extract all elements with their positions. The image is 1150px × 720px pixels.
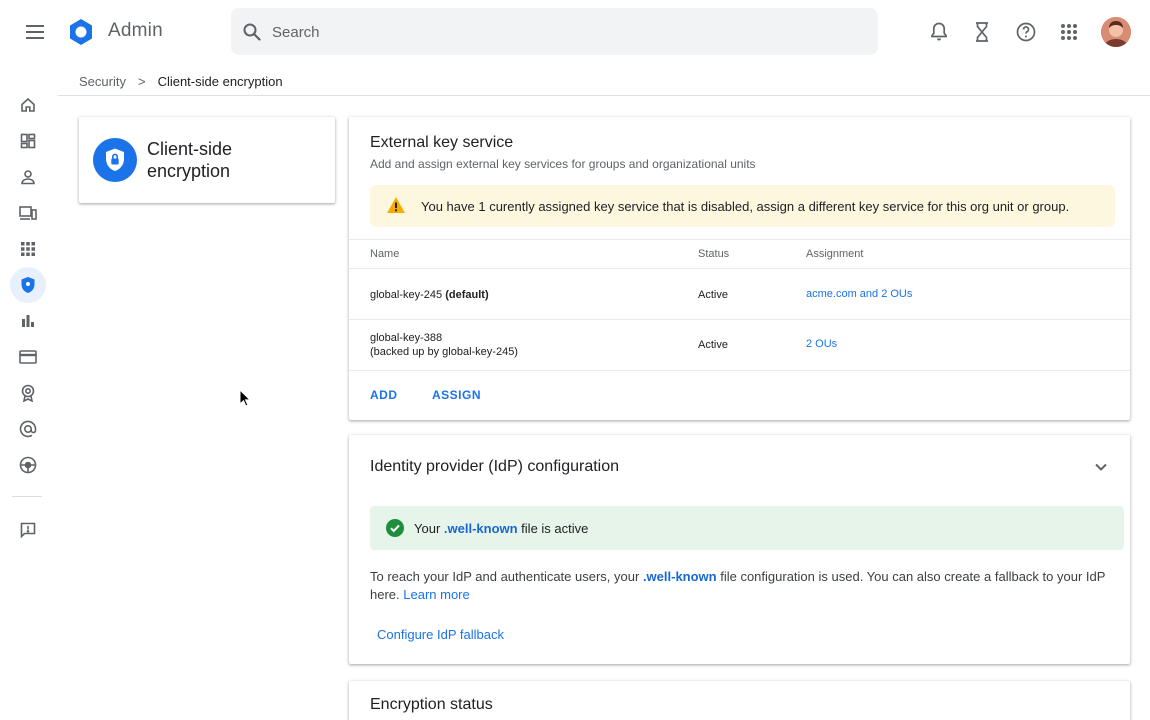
- avatar[interactable]: [1101, 17, 1131, 47]
- reports-icon[interactable]: [16, 309, 40, 333]
- admin-logo-icon[interactable]: [67, 18, 95, 46]
- table-divider: [349, 370, 1130, 371]
- table-row-name[interactable]: global-key-245 (default): [370, 288, 489, 302]
- users-icon[interactable]: [16, 165, 40, 189]
- table-row-status: Active: [698, 339, 728, 351]
- hourglass-icon[interactable]: [970, 20, 994, 44]
- assign-button[interactable]: ASSIGN: [432, 388, 481, 402]
- well-known-link[interactable]: .well-known: [643, 569, 717, 584]
- security-icon[interactable]: [16, 273, 40, 297]
- apps-grid-icon[interactable]: [1057, 20, 1081, 44]
- learn-more-link[interactable]: Learn more: [403, 587, 469, 602]
- idp-configuration-card: Identity provider (IdP) configuration Yo…: [349, 435, 1130, 664]
- product-title: Client-side encryption: [147, 139, 233, 181]
- table-row-assignment-link[interactable]: acme.com and 2 OUs: [806, 288, 912, 300]
- breadcrumb-separator: >: [137, 73, 146, 89]
- column-header-name[interactable]: Name: [370, 248, 399, 260]
- help-icon[interactable]: [1014, 20, 1038, 44]
- chevron-down-icon[interactable]: [1091, 457, 1111, 477]
- encryption-status-card: Encryption status: [349, 681, 1130, 720]
- table-row-name[interactable]: global-key-388 (backed up by global-key-…: [370, 331, 518, 359]
- add-button[interactable]: ADD: [370, 388, 398, 402]
- menu-icon[interactable]: [22, 20, 48, 44]
- rail-divider: [12, 496, 42, 497]
- search-input[interactable]: [272, 21, 862, 43]
- external-key-service-card: External key service Add and assign exte…: [349, 117, 1130, 420]
- table-row-assignment-link[interactable]: 2 OUs: [806, 338, 837, 350]
- support-icon[interactable]: [16, 453, 40, 477]
- warning-text: You have 1 curently assigned key service…: [421, 199, 1070, 214]
- home-icon[interactable]: [16, 93, 40, 117]
- column-header-assignment[interactable]: Assignment: [806, 248, 863, 260]
- top-bar: Admin: [0, 0, 1150, 64]
- apps-icon[interactable]: [16, 237, 40, 261]
- warning-icon: [386, 196, 406, 216]
- notifications-icon[interactable]: [927, 20, 951, 44]
- search-icon[interactable]: [242, 22, 262, 42]
- breadcrumb-current: Client-side encryption: [157, 73, 283, 89]
- card-subtitle: Add and assign external key services for…: [370, 157, 756, 171]
- breadcrumb-security[interactable]: Security: [79, 74, 126, 89]
- feedback-icon[interactable]: [16, 518, 40, 542]
- billing-icon[interactable]: [16, 345, 40, 369]
- shield-lock-icon: [93, 138, 137, 182]
- warning-banner: You have 1 curently assigned key service…: [370, 185, 1115, 227]
- breadcrumb: Security > Client-side encryption: [79, 72, 283, 90]
- idp-description: To reach your IdP and authenticate users…: [370, 569, 1106, 602]
- success-text: Your .well-known file is active: [414, 521, 589, 536]
- check-circle-icon: [386, 519, 404, 537]
- configure-idp-fallback-link[interactable]: Configure IdP fallback: [377, 627, 504, 642]
- app-name[interactable]: Admin: [108, 20, 163, 42]
- devices-icon[interactable]: [16, 201, 40, 225]
- dashboard-icon[interactable]: [16, 129, 40, 153]
- table-row-status: Active: [698, 289, 728, 301]
- breadcrumb-divider: [58, 95, 1150, 96]
- card-title: External key service: [370, 134, 514, 151]
- mouse-cursor-icon: [239, 388, 252, 407]
- domains-icon[interactable]: [16, 417, 40, 441]
- product-card: Client-side encryption: [79, 117, 335, 203]
- column-header-status[interactable]: Status: [698, 248, 729, 260]
- card-title[interactable]: Identity provider (IdP) configuration: [370, 458, 619, 476]
- well-known-link[interactable]: .well-known: [444, 521, 518, 536]
- table-divider: [349, 319, 1130, 320]
- account-icon[interactable]: [16, 381, 40, 405]
- success-banner: Your .well-known file is active: [370, 506, 1124, 550]
- card-title[interactable]: Encryption status: [370, 696, 493, 714]
- table-divider: [349, 239, 1130, 240]
- table-divider: [349, 268, 1130, 269]
